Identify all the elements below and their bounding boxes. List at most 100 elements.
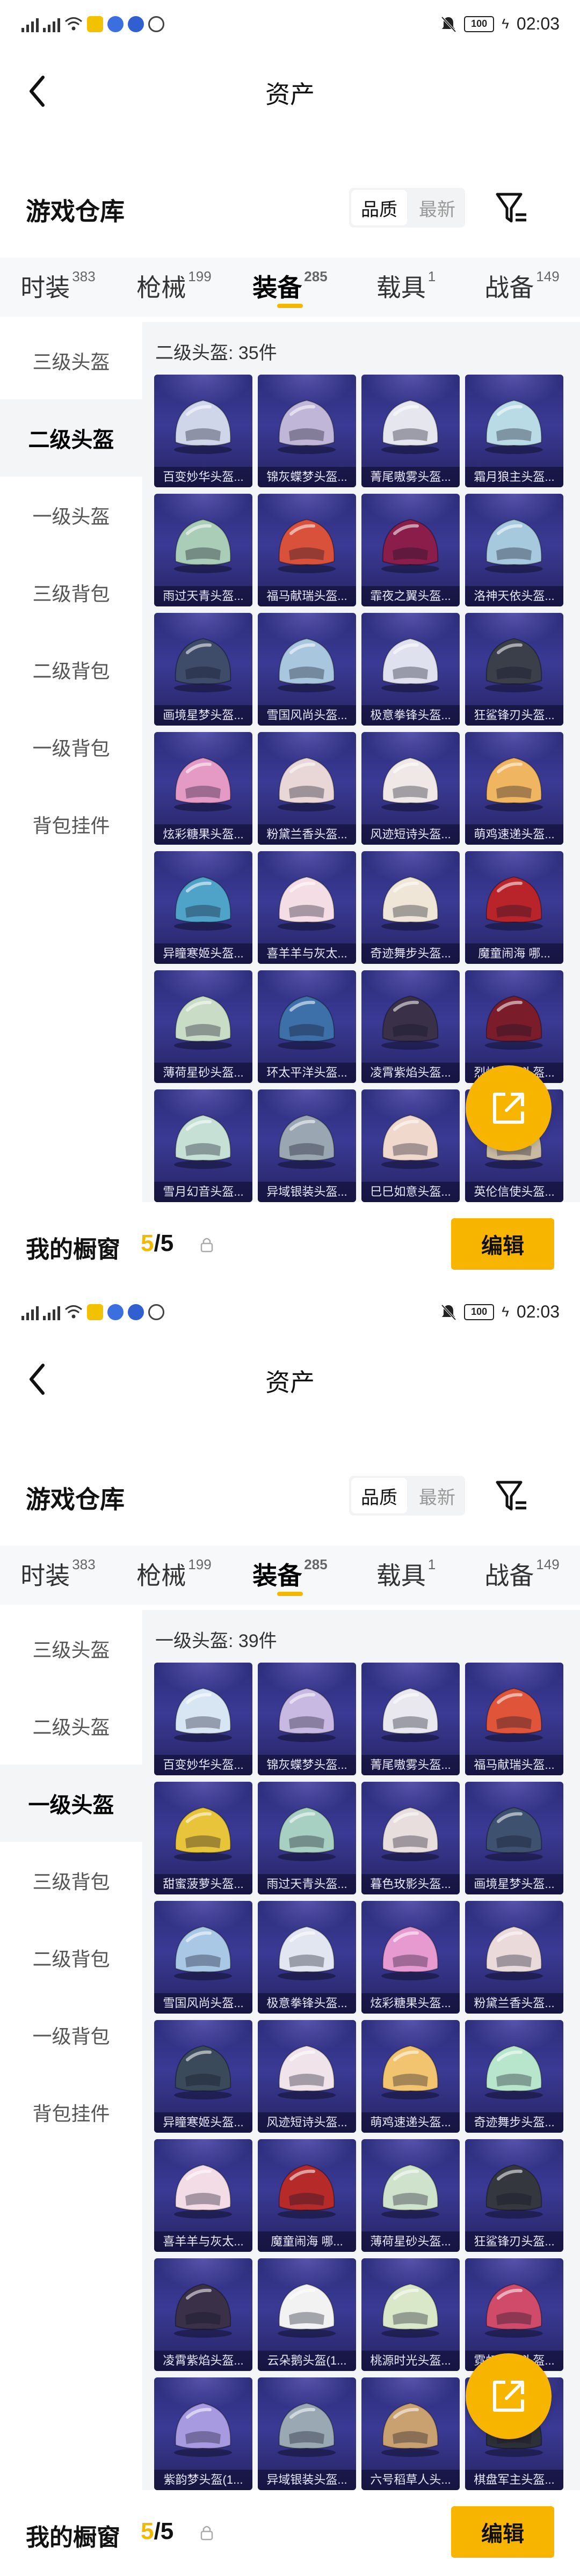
app-notification-icon [148,16,164,32]
item-card[interactable]: 百变妙华头盔... [154,1663,252,1775]
item-card[interactable]: 雨过天青头盔... [154,494,252,606]
item-card[interactable]: 菁尾嗷雾头盔... [361,375,460,487]
item-card[interactable]: 奇迹舞步头盔... [361,851,460,964]
item-card[interactable]: 六号稻草人头... [361,2377,460,2490]
sidebar-item[interactable]: 一级头盔 [0,477,142,554]
item-card[interactable]: 粉黛兰香头盔... [258,732,356,845]
filter-button[interactable] [493,187,531,230]
item-card[interactable]: 魔童闹海 哪... [465,851,563,964]
tab-item[interactable]: 时装 383 [0,258,116,317]
item-card[interactable]: 薄荷星砂头盔... [154,970,252,1083]
sidebar-item[interactable]: 一级头盔 [0,1765,142,1842]
sidebar-item[interactable]: 背包挂件 [0,2074,142,2151]
item-card[interactable]: 萌鸡速递头盔... [465,732,563,845]
sort-option[interactable]: 最新 [409,1476,465,1516]
item-card[interactable]: 百变妙华头盔... [154,375,252,487]
app-notification-icon [148,1304,164,1320]
sort-option[interactable]: 最新 [409,188,465,228]
sort-option[interactable]: 品质 [351,190,407,225]
item-card[interactable]: 异瞳寒姬头盔... [154,2020,252,2133]
item-card[interactable]: 喜羊羊与灰太... [154,2139,252,2252]
helmet-image [174,2283,232,2338]
tab-item[interactable]: 枪械 199 [116,1546,232,1605]
item-card[interactable]: 极意拳锋头盔... [361,613,460,726]
tab-item[interactable]: 装备 285 [232,1546,348,1605]
item-card[interactable]: 风迹短诗头盔... [361,732,460,845]
item-card[interactable]: 暮色玫影头盔... [361,1782,460,1894]
item-card[interactable]: 环太平洋头盔... [258,970,356,1083]
item-card[interactable]: 粉黛兰香头盔... [465,1901,563,2014]
sidebar-item[interactable]: 三级背包 [0,554,142,631]
tab-item[interactable]: 枪械 199 [116,258,232,317]
item-card[interactable]: 炫彩糖果头盔... [361,1901,460,2014]
item-card[interactable]: 锦灰蝶梦头盔... [258,375,356,487]
tab-item[interactable]: 战备 149 [464,258,580,317]
edit-button[interactable]: 编辑 [451,1218,554,1270]
sidebar-item[interactable]: 一级背包 [0,708,142,786]
item-card[interactable]: 雪国风尚头盔... [258,613,356,726]
tab-item[interactable]: 载具 1 [348,258,464,317]
item-card[interactable]: 风迹短诗头盔... [258,2020,356,2133]
item-card[interactable]: 洛神天依头盔... [465,494,563,606]
share-button[interactable] [466,1065,552,1151]
item-card[interactable]: 异域银装头盔... [258,1089,356,1202]
edit-button[interactable]: 编辑 [451,2506,554,2558]
item-card[interactable]: 萌鸡速递头盔... [361,2020,460,2133]
sidebar-item[interactable]: 二级背包 [0,631,142,708]
item-name: 狂鲨锋刃头盔... [465,2231,563,2252]
item-card[interactable]: 甜蜜菠萝头盔... [154,1782,252,1894]
item-card[interactable]: 福马献瑞头盔... [465,1663,563,1775]
item-card[interactable]: 雨过天青头盔... [258,1782,356,1894]
filter-button[interactable] [493,1475,531,1518]
item-card[interactable]: 福马献瑞头盔... [258,494,356,606]
helmet-image [485,876,543,931]
share-button[interactable] [466,2353,552,2439]
item-card[interactable]: 云朵鹅头盔(1... [258,2258,356,2371]
sort-option[interactable]: 品质 [351,1478,407,1513]
tab-item[interactable]: 战备 149 [464,1546,580,1605]
item-card[interactable]: 喜羊羊与灰太... [258,851,356,964]
item-card[interactable]: 极意拳锋头盔... [258,1901,356,2014]
item-card[interactable]: 炫彩糖果头盔... [154,732,252,845]
item-name: 喜羊羊与灰太... [258,943,356,964]
tab-label: 装备 [252,274,302,302]
sidebar-item[interactable]: 二级背包 [0,1919,142,1996]
sidebar-item[interactable]: 三级头盔 [0,322,142,399]
sidebar-item[interactable]: 背包挂件 [0,786,142,863]
tab-item[interactable]: 载具 1 [348,1546,464,1605]
item-card[interactable]: 画境星梦头盔... [465,1782,563,1894]
item-card[interactable]: 锦灰蝶梦头盔... [258,1663,356,1775]
item-card[interactable]: 异域银装头盔... [258,2377,356,2490]
item-card[interactable]: 雪月幻音头盔... [154,1089,252,1202]
item-card[interactable]: 菁尾嗷雾头盔... [361,1663,460,1775]
item-name: 棋盘军主头盔... [465,2470,563,2490]
sidebar-item[interactable]: 一级背包 [0,1996,142,2074]
status-left-icons [21,16,164,32]
item-card[interactable]: 奇迹舞步头盔... [465,2020,563,2133]
item-card[interactable]: 凌霄紫焰头盔... [361,970,460,1083]
item-card[interactable]: 狂鲨锋刃头盔... [465,613,563,726]
tab-label: 枪械 [136,274,186,302]
helmet-image [381,399,439,454]
tab-item[interactable]: 装备 285 [232,258,348,317]
item-card[interactable]: 巳巳如意头盔... [361,1089,460,1202]
sidebar-item[interactable]: 二级头盔 [0,1687,142,1765]
helmet-image [278,1687,336,1742]
item-card[interactable]: 凌霄紫焰头盔... [154,2258,252,2371]
item-card[interactable]: 魔童闹海 哪... [258,2139,356,2252]
item-card[interactable]: 紫韵梦头盔(1... [154,2377,252,2490]
sidebar-item[interactable]: 二级头盔 [0,399,142,477]
sidebar-item[interactable]: 三级背包 [0,1842,142,1919]
sidebar-item[interactable]: 三级头盔 [0,1610,142,1687]
tab-count: 383 [72,1556,96,1572]
item-card[interactable]: 画境星梦头盔... [154,613,252,726]
tab-item[interactable]: 时装 383 [0,1546,116,1605]
item-card[interactable]: 薄荷星砂头盔... [361,2139,460,2252]
item-card[interactable]: 狂鲨锋刃头盔... [465,2139,563,2252]
item-card[interactable]: 异瞳寒姬头盔... [154,851,252,964]
item-card[interactable]: 霏夜之翼头盔... [361,494,460,606]
item-card[interactable]: 桃源时光头盔... [361,2258,460,2371]
item-card[interactable]: 霜月狼主头盔... [465,375,563,487]
item-card[interactable]: 雪国风尚头盔... [154,1901,252,2014]
item-name: 极意拳锋头盔... [258,1993,356,2014]
